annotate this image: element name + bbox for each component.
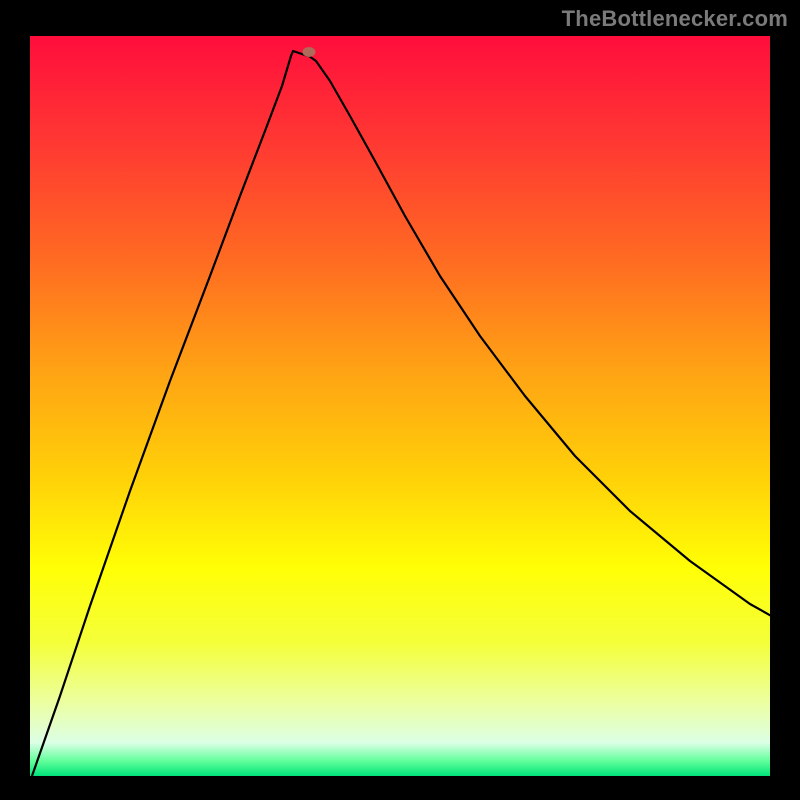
plot-area [30, 36, 770, 776]
chart-frame: TheBottlenecker.com [0, 0, 800, 800]
watermark-label: TheBottlenecker.com [562, 6, 788, 32]
optimal-point-marker [303, 47, 316, 57]
chart-svg [30, 36, 770, 776]
gradient-bg [30, 36, 770, 776]
